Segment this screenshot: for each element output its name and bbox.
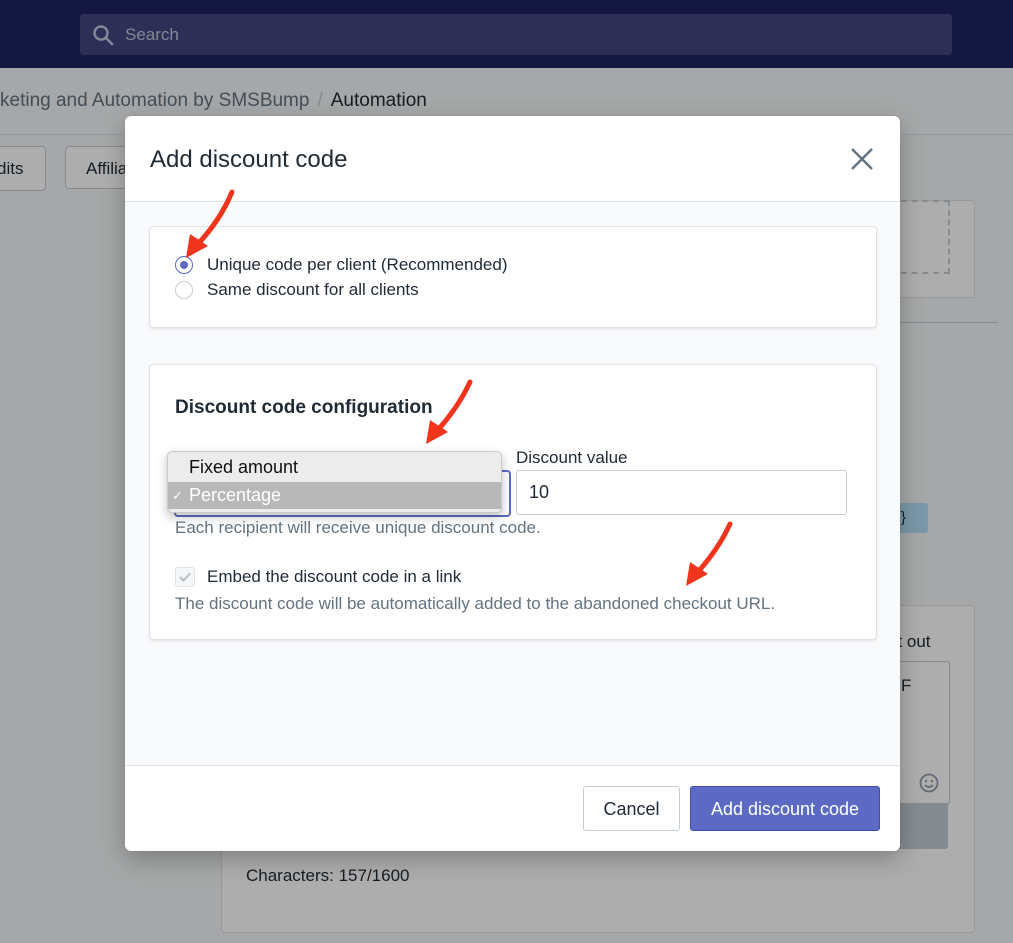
radio-same-label: Same discount for all clients xyxy=(207,280,419,300)
close-icon[interactable] xyxy=(847,144,877,174)
section-title: Discount code configuration xyxy=(175,397,433,419)
add-discount-code-button[interactable]: Add discount code xyxy=(690,786,880,831)
modal-header: Add discount code xyxy=(125,116,900,202)
modal-footer: Cancel Add discount code xyxy=(125,765,900,851)
code-type-card: Unique code per client (Recommended) Sam… xyxy=(149,226,877,328)
embed-checkbox[interactable] xyxy=(175,567,195,587)
discount-config-card: Discount code configuration Discount val… xyxy=(149,364,877,640)
radio-button[interactable] xyxy=(175,281,193,299)
modal-body: Unique code per client (Recommended) Sam… xyxy=(125,202,900,765)
radio-unique-label: Unique code per client (Recommended) xyxy=(207,255,508,275)
embed-help-text: The discount code will be automatically … xyxy=(175,594,775,614)
discount-help-text: Each recipient will receive unique disco… xyxy=(175,518,541,538)
discount-type-dropdown-menu: Fixed amount ✓ Percentage xyxy=(167,451,502,513)
dropdown-option-fixed-amount[interactable]: Fixed amount xyxy=(168,454,501,481)
add-discount-modal: Add discount code Unique code per client… xyxy=(125,116,900,851)
check-icon: ✓ xyxy=(172,482,183,509)
radio-same-discount[interactable]: Same discount for all clients xyxy=(175,279,419,301)
option-label: Percentage xyxy=(189,482,281,509)
annotation-arrow-icon xyxy=(420,376,480,451)
option-label: Fixed amount xyxy=(189,454,298,481)
dropdown-option-percentage[interactable]: ✓ Percentage xyxy=(168,482,501,509)
discount-value-label: Discount value xyxy=(516,448,628,468)
discount-value-input[interactable] xyxy=(516,470,847,515)
modal-title: Add discount code xyxy=(150,146,347,174)
annotation-arrow-icon xyxy=(680,518,740,593)
cancel-button[interactable]: Cancel xyxy=(583,786,680,831)
embed-label: Embed the discount code in a link xyxy=(207,567,461,587)
embed-link-checkbox-row[interactable]: Embed the discount code in a link xyxy=(175,567,461,587)
checkmark-icon xyxy=(176,568,194,586)
annotation-arrow-icon xyxy=(180,186,240,266)
